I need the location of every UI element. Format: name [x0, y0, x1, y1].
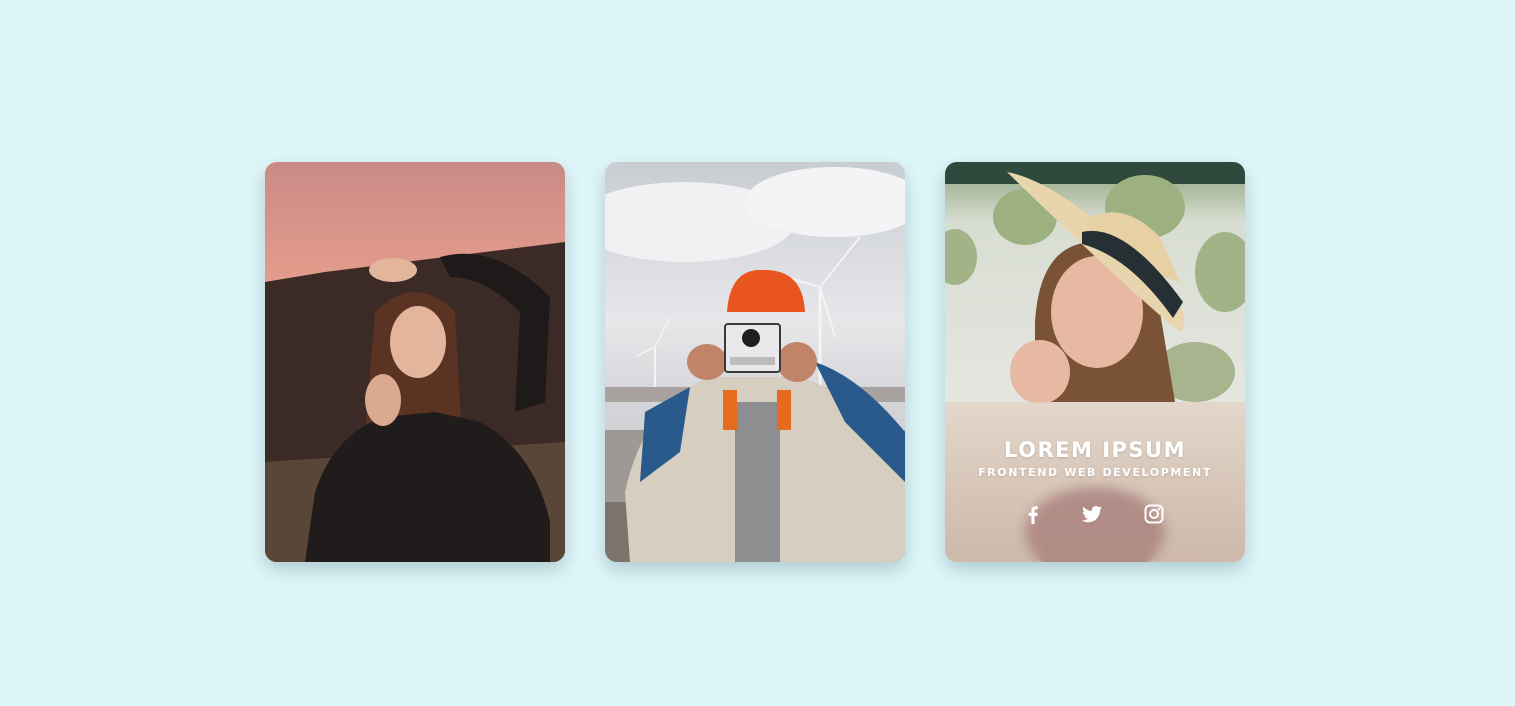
card-subtitle: FRONTEND WEB DEVELOPMENT [978, 466, 1212, 479]
profile-card-2[interactable] [605, 162, 905, 562]
facebook-icon[interactable] [1021, 502, 1045, 526]
man-polaroid-camera-photo [605, 162, 905, 562]
card-title: LOREM IPSUM [1004, 438, 1186, 462]
card-info-overlay: LOREM IPSUM FRONTEND WEB DEVELOPMENT [945, 402, 1245, 562]
profile-card-1[interactable] [265, 162, 565, 562]
profile-card-3[interactable]: LOREM IPSUM FRONTEND WEB DEVELOPMENT [945, 162, 1245, 562]
instagram-icon[interactable] [1142, 502, 1166, 526]
card-gallery: LOREM IPSUM FRONTEND WEB DEVELOPMENT [0, 0, 1515, 706]
woman-leather-jacket-photo [265, 162, 565, 562]
twitter-icon[interactable] [1080, 502, 1104, 526]
